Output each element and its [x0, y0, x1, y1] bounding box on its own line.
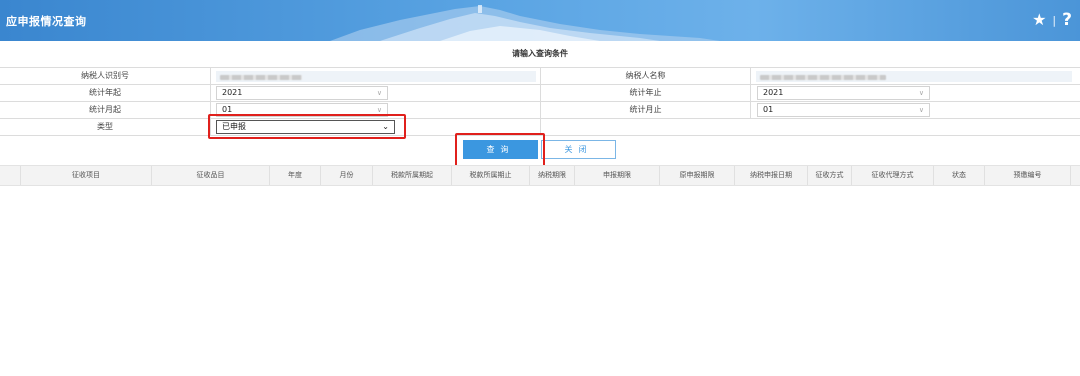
row-selector-header	[0, 166, 20, 185]
start-month-label: 统计月起	[89, 105, 121, 114]
scrollbar-spacer	[1070, 166, 1080, 185]
start-year-select[interactable]: 2021 ∨	[216, 86, 388, 100]
form-title: 请输入查询条件	[512, 49, 568, 58]
end-year-value: 2021	[763, 88, 784, 97]
end-year-label: 统计年止	[629, 88, 662, 97]
column-header[interactable]: 征收品目	[151, 166, 269, 185]
column-header[interactable]: 税款所属期止	[451, 166, 529, 185]
taxpayer-id-label: 纳税人识别号	[81, 71, 129, 80]
chevron-down-icon: ∨	[918, 106, 924, 114]
column-header[interactable]: 征收代理方式	[851, 166, 933, 185]
column-header[interactable]: 月份	[320, 166, 372, 185]
end-year-select[interactable]: 2021 ∨	[757, 86, 930, 100]
chevron-down-icon: ∨	[376, 89, 382, 97]
close-button[interactable]: 关闭	[541, 140, 616, 159]
type-label: 类型	[97, 122, 113, 131]
page-title: 应申报情况查询	[6, 15, 87, 28]
column-header[interactable]: 征收项目	[20, 166, 151, 185]
column-header[interactable]: 年度	[269, 166, 320, 185]
column-header[interactable]: 原申报期限	[659, 166, 734, 185]
toolbar-separator: |	[1052, 13, 1057, 27]
end-month-value: 01	[763, 105, 774, 114]
taxpayer-name-value	[756, 71, 1072, 82]
column-header[interactable]: 预缴编号	[984, 166, 1070, 185]
help-icon[interactable]: ?	[1062, 12, 1072, 29]
taxpayer-name-label: 纳税人名称	[625, 71, 666, 80]
end-month-select[interactable]: 01 ∨	[757, 103, 930, 117]
start-month-value: 01	[222, 105, 233, 114]
results-table-header: 征收项目 征收品目 年度 月份 税款所属期起 税款所属期止 纳税期限 申报期限 …	[0, 165, 1080, 186]
page-header: 应申报情况查询 ★ | ?	[0, 0, 1080, 41]
header-mountain-decoration	[330, 5, 720, 41]
column-header[interactable]: 状态	[933, 166, 984, 185]
chevron-down-icon: ∨	[918, 89, 924, 97]
column-header[interactable]: 申报期限	[574, 166, 659, 185]
form-row-taxpayer: 纳税人识别号 纳税人名称	[0, 68, 1080, 85]
start-year-value: 2021	[222, 88, 243, 97]
start-year-label: 统计年起	[89, 88, 121, 97]
column-header[interactable]: 纳税申报日期	[734, 166, 807, 185]
query-form: 纳税人识别号 纳税人名称 统计年起 2021 ∨ 统计年止 2021 ∨ 统计月…	[0, 67, 1080, 136]
column-header[interactable]: 征收方式	[807, 166, 851, 185]
header-tools: ★ | ?	[1032, 10, 1072, 30]
star-icon[interactable]: ★	[1032, 12, 1046, 28]
end-month-label: 统计月止	[629, 105, 662, 114]
form-row-month: 统计月起 01 ∨ 统计月止 01 ∨	[0, 102, 1080, 119]
form-row-year: 统计年起 2021 ∨ 统计年止 2021 ∨	[0, 85, 1080, 102]
column-header[interactable]: 税款所属期起	[372, 166, 451, 185]
column-header[interactable]: 纳税期限	[529, 166, 574, 185]
query-highlight-box	[455, 133, 545, 167]
taxpayer-id-value	[216, 71, 536, 82]
